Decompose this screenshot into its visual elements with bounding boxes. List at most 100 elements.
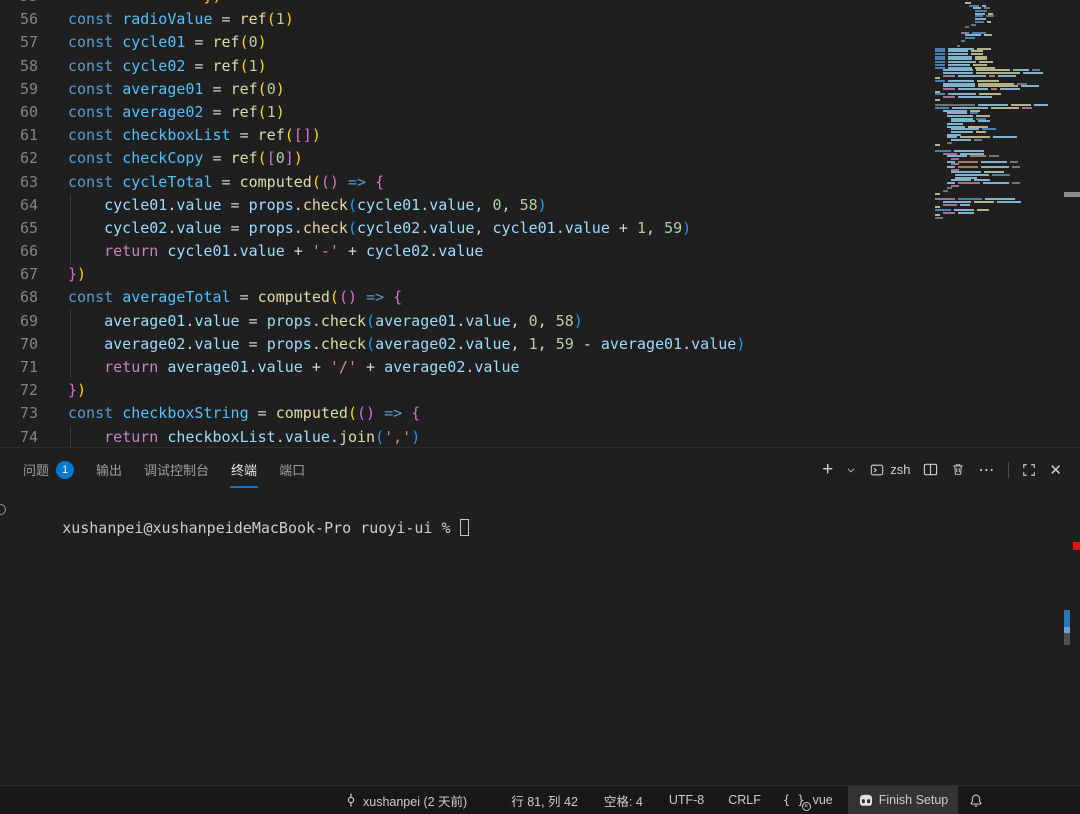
line-number: 56 xyxy=(0,8,38,31)
panel-tab-调试控制台[interactable]: 调试控制台 xyxy=(133,448,220,491)
minimap-row xyxy=(935,201,1053,203)
minimap-row xyxy=(935,123,1053,125)
braces-icon: { }× xyxy=(783,793,808,807)
terminal-profile-item[interactable]: zsh xyxy=(869,462,910,477)
minimap-row xyxy=(935,7,1053,9)
status-item-indentation[interactable]: 空格: 4 xyxy=(597,786,650,814)
status-item-encoding[interactable]: UTF-8 xyxy=(662,786,711,814)
minimap-row xyxy=(935,158,1053,160)
status-item-scm-sync[interactable]: xushanpei (2 天前) xyxy=(337,786,474,814)
code-line: 68const averageTotal = computed(() => { xyxy=(0,286,745,309)
minimap-row xyxy=(935,118,1053,120)
more-actions-button[interactable]: ⋯ xyxy=(978,460,995,480)
minimap-row xyxy=(935,69,1053,71)
line-number: 69 xyxy=(0,310,38,333)
minimap-row xyxy=(935,153,1053,155)
maximize-panel-button[interactable] xyxy=(1022,463,1036,477)
status-item-label: UTF-8 xyxy=(669,793,704,807)
status-item-finish-setup[interactable]: Finish Setup xyxy=(848,786,958,814)
split-terminal-button[interactable] xyxy=(923,462,938,477)
minimap-row xyxy=(935,13,1053,15)
line-number: 74 xyxy=(0,426,38,447)
status-item-cursor-position[interactable]: 行 81, 列 42 xyxy=(504,786,585,814)
minimap-row xyxy=(935,75,1053,77)
code-line: 58const cycle02 = ref(1) xyxy=(0,55,745,78)
code-editor[interactable]: 55 })56const radioValue = ref(1)57const … xyxy=(0,0,1080,447)
line-number: 57 xyxy=(0,31,38,54)
minimap-row xyxy=(935,193,1053,195)
copilot-icon xyxy=(858,794,874,807)
shell-label: zsh xyxy=(890,462,910,477)
line-number: 61 xyxy=(0,124,38,147)
bell-icon xyxy=(969,793,983,808)
minimap-row xyxy=(935,72,1053,74)
kill-terminal-button[interactable] xyxy=(951,462,965,477)
terminal-prompt-line: xushanpei@xushanpeideMacBook-Pro ruoyi-u… xyxy=(8,501,1080,555)
panel-tab-输出[interactable]: 输出 xyxy=(85,448,133,491)
panel-tab-终端[interactable]: 终端 xyxy=(220,448,268,491)
close-panel-button[interactable]: ✕ xyxy=(1049,461,1062,479)
terminal-error-marker xyxy=(1073,542,1080,550)
minimap-row xyxy=(935,128,1053,130)
minimap-row xyxy=(935,115,1053,117)
status-item-label: Finish Setup xyxy=(879,793,948,807)
status-item-language-mode[interactable]: { }×vue xyxy=(776,786,840,814)
minimap-row xyxy=(935,91,1053,93)
minimap-row xyxy=(935,198,1053,200)
terminal-scrollbar[interactable] xyxy=(1064,610,1070,645)
minimap-row xyxy=(935,88,1053,90)
panel-tabs: 问题1 输出调试控制台终端端口 xyxy=(12,448,316,491)
minimap-row xyxy=(935,185,1053,187)
line-number: 63 xyxy=(0,171,38,194)
minimap-row xyxy=(935,56,1053,58)
minimap-row xyxy=(935,220,1053,222)
minimap-row xyxy=(935,64,1053,66)
code-line: 73const checkboxString = computed(() => … xyxy=(0,402,745,425)
minimap-row xyxy=(935,10,1053,12)
minimap-row xyxy=(935,139,1053,141)
minimap-row xyxy=(935,177,1053,179)
minimap-row xyxy=(935,187,1053,189)
minimap-row xyxy=(935,209,1053,211)
minimap-row xyxy=(935,32,1053,34)
code-line: 65 cycle02.value = props.check(cycle02.v… xyxy=(0,217,745,240)
minimap-row xyxy=(935,174,1053,176)
tab-label: 输出 xyxy=(96,460,122,479)
minimap-row xyxy=(935,144,1053,146)
line-number: 60 xyxy=(0,101,38,124)
git-commit-icon xyxy=(344,793,358,807)
code-line: 67}) xyxy=(0,263,745,286)
tab-label: 终端 xyxy=(231,460,257,479)
status-bar: xushanpei (2 天前) 行 81, 列 42 空格: 4 UTF-8 CRLF… xyxy=(0,785,1080,814)
minimap-row xyxy=(935,217,1053,219)
minimap[interactable] xyxy=(935,2,1053,233)
minimap-row xyxy=(935,93,1053,95)
minimap-row xyxy=(935,196,1053,198)
new-terminal-button[interactable]: + xyxy=(822,460,833,479)
terminal-dropdown-button[interactable] xyxy=(846,465,856,475)
status-item-notifications[interactable] xyxy=(962,786,990,814)
status-item-label: xushanpei (2 天前) xyxy=(363,791,467,810)
panel-tab-端口[interactable]: 端口 xyxy=(268,448,316,491)
status-item-eol[interactable]: CRLF xyxy=(721,786,768,814)
minimap-row xyxy=(935,99,1053,101)
code-line: 56const radioValue = ref(1) xyxy=(0,8,745,31)
minimap-row xyxy=(935,26,1053,28)
minimap-row xyxy=(935,131,1053,133)
line-number: 66 xyxy=(0,240,38,263)
minimap-row xyxy=(935,53,1053,55)
panel-tab-问题[interactable]: 问题1 xyxy=(12,448,85,491)
status-item-label: 行 81, 列 42 xyxy=(511,791,578,810)
minimap-row xyxy=(935,228,1053,230)
divider xyxy=(1008,462,1009,478)
line-number: 67 xyxy=(0,263,38,286)
code-line: 57const cycle01 = ref(0) xyxy=(0,31,745,54)
minimap-row xyxy=(935,18,1053,20)
minimap-row xyxy=(935,45,1053,47)
terminal[interactable]: xushanpei@xushanpeideMacBook-Pro ruoyi-u… xyxy=(0,491,1080,785)
minimap-row xyxy=(935,126,1053,128)
minimap-row xyxy=(935,166,1053,168)
minimap-row xyxy=(935,169,1053,171)
minimap-row xyxy=(935,190,1053,192)
minimap-row xyxy=(935,161,1053,163)
